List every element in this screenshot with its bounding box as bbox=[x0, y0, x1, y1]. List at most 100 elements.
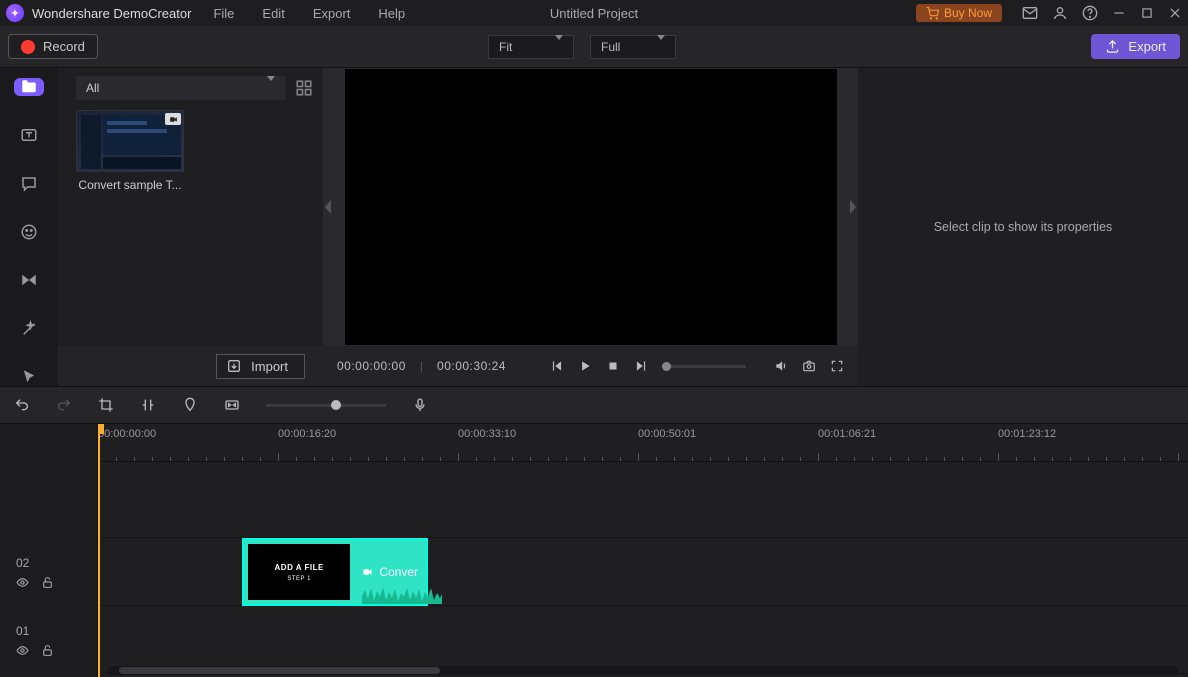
close-icon[interactable] bbox=[1168, 6, 1182, 20]
tab-cursor[interactable] bbox=[14, 368, 44, 386]
main-panel: All Convert sample T... bbox=[0, 68, 1188, 386]
playback-slider[interactable] bbox=[662, 365, 746, 368]
track-header-01[interactable]: 01 bbox=[0, 606, 97, 674]
grid-view-icon[interactable] bbox=[295, 79, 313, 97]
transport-bar: 00:00:00:00 | 00:00:30:24 bbox=[323, 346, 858, 386]
menu-help[interactable]: Help bbox=[378, 6, 405, 21]
prev-frame-icon[interactable] bbox=[550, 359, 564, 373]
import-button[interactable]: Import bbox=[216, 354, 305, 379]
side-tabs bbox=[0, 68, 58, 386]
mail-icon[interactable] bbox=[1022, 5, 1038, 21]
undo-icon[interactable] bbox=[14, 397, 30, 413]
project-title: Untitled Project bbox=[550, 6, 638, 21]
chevron-down-icon bbox=[657, 40, 665, 54]
preview-screen[interactable] bbox=[345, 69, 837, 345]
timeline-track-headers: 02 01 bbox=[0, 424, 98, 677]
export-button[interactable]: Export bbox=[1091, 34, 1180, 59]
app-title: Wondershare DemoCreator bbox=[32, 6, 191, 21]
timeline-tracks[interactable]: 00:00:00:00 00:00:16:20 00:00:33:10 00:00:5… bbox=[98, 424, 1188, 677]
ruler-timestamp: 00:00:50:01 bbox=[638, 428, 696, 440]
cursor-icon bbox=[20, 368, 38, 386]
transition-icon bbox=[20, 271, 38, 289]
properties-placeholder: Select clip to show its properties bbox=[934, 220, 1113, 234]
audio-waveform-icon bbox=[362, 582, 442, 604]
cart-icon bbox=[926, 7, 939, 20]
timeline-zoom-slider[interactable] bbox=[266, 404, 386, 407]
timeline-horizontal-scrollbar[interactable] bbox=[108, 666, 1178, 675]
media-pane: All Convert sample T... bbox=[58, 68, 323, 386]
timeline-ruler[interactable]: 00:00:00:00 00:00:16:20 00:00:33:10 00:00:5… bbox=[98, 424, 1188, 462]
maximize-icon[interactable] bbox=[1140, 6, 1154, 20]
title-bar: ✦ Wondershare DemoCreator File Edit Expo… bbox=[0, 0, 1188, 26]
fit-dropdown[interactable]: Fit bbox=[488, 35, 574, 59]
tab-media[interactable] bbox=[14, 78, 44, 96]
text-icon bbox=[20, 126, 38, 144]
timeline-clip[interactable]: ADD A FILE STEP 1 Conver bbox=[242, 538, 428, 606]
record-dot-icon bbox=[21, 40, 35, 54]
panel-collapse-left-icon[interactable] bbox=[321, 198, 333, 216]
microphone-icon[interactable] bbox=[412, 397, 428, 413]
timeline: 02 01 00:00:00:0000:00:16:2000:00:33:100… bbox=[0, 424, 1188, 677]
app-logo-icon: ✦ bbox=[6, 4, 24, 22]
smiley-icon bbox=[20, 223, 38, 241]
eye-icon[interactable] bbox=[16, 644, 29, 657]
tab-sticker[interactable] bbox=[14, 223, 44, 241]
timeline-playhead[interactable] bbox=[98, 424, 100, 677]
panel-collapse-right-icon[interactable] bbox=[848, 198, 860, 216]
buy-now-button[interactable]: Buy Now bbox=[916, 4, 1002, 22]
timeline-gap-band bbox=[98, 462, 1188, 538]
chevron-down-icon bbox=[267, 81, 275, 95]
record-button[interactable]: Record bbox=[8, 34, 98, 59]
media-clip-name: Convert sample T... bbox=[76, 178, 184, 192]
marker-icon[interactable] bbox=[182, 397, 198, 413]
video-icon bbox=[362, 565, 373, 579]
ruler-timestamp: 00:00:33:10 bbox=[458, 428, 516, 440]
tab-effects[interactable] bbox=[14, 319, 44, 337]
preview-pane: 00:00:00:00 | 00:00:30:24 bbox=[323, 68, 858, 386]
ruler-timestamp: 00:00:00:00 bbox=[98, 428, 156, 440]
main-toolbar: Record Fit Full Export bbox=[0, 26, 1188, 68]
import-icon bbox=[227, 359, 241, 373]
help-icon[interactable] bbox=[1082, 5, 1098, 21]
snapshot-icon[interactable] bbox=[802, 359, 816, 373]
folder-icon bbox=[20, 78, 38, 96]
full-dropdown[interactable]: Full bbox=[590, 35, 676, 59]
upload-icon bbox=[1105, 39, 1120, 54]
unlock-icon[interactable] bbox=[41, 576, 54, 589]
redo-icon[interactable] bbox=[56, 397, 72, 413]
track-header-02[interactable]: 02 bbox=[0, 538, 97, 606]
video-badge-icon bbox=[169, 115, 178, 124]
next-frame-icon[interactable] bbox=[634, 359, 648, 373]
play-icon[interactable] bbox=[578, 359, 592, 373]
clip-thumb: ADD A FILE STEP 1 bbox=[248, 544, 350, 600]
fullscreen-icon[interactable] bbox=[830, 359, 844, 373]
media-filter-dropdown[interactable]: All bbox=[76, 76, 285, 100]
eye-icon[interactable] bbox=[16, 576, 29, 589]
magic-icon bbox=[20, 320, 38, 338]
split-icon[interactable] bbox=[140, 397, 156, 413]
menu-export[interactable]: Export bbox=[313, 6, 351, 21]
timeline-toolbar bbox=[0, 386, 1188, 424]
chevron-down-icon bbox=[555, 40, 563, 54]
track-02-lane[interactable]: ADD A FILE STEP 1 Conver bbox=[98, 538, 1188, 606]
aspect-icon[interactable] bbox=[224, 397, 240, 413]
stop-icon[interactable] bbox=[606, 359, 620, 373]
unlock-icon[interactable] bbox=[41, 644, 54, 657]
track-01-lane[interactable] bbox=[98, 606, 1188, 674]
speech-icon bbox=[20, 175, 38, 193]
account-icon[interactable] bbox=[1052, 5, 1068, 21]
ruler-timestamp: 00:00:16:20 bbox=[278, 428, 336, 440]
minimize-icon[interactable] bbox=[1112, 6, 1126, 20]
ruler-timestamp: 00:01:23:12 bbox=[998, 428, 1056, 440]
tab-caption[interactable] bbox=[14, 175, 44, 193]
menu-file[interactable]: File bbox=[213, 6, 234, 21]
tab-transition[interactable] bbox=[14, 271, 44, 289]
properties-pane: Select clip to show its properties bbox=[858, 68, 1188, 386]
tab-text[interactable] bbox=[14, 126, 44, 144]
media-clip-thumbnail[interactable]: Convert sample T... bbox=[76, 110, 184, 192]
ruler-timestamp: 00:01:06:21 bbox=[818, 428, 876, 440]
volume-icon[interactable] bbox=[774, 359, 788, 373]
menu-edit[interactable]: Edit bbox=[262, 6, 284, 21]
menu-bar: File Edit Export Help bbox=[213, 6, 405, 21]
crop-icon[interactable] bbox=[98, 397, 114, 413]
